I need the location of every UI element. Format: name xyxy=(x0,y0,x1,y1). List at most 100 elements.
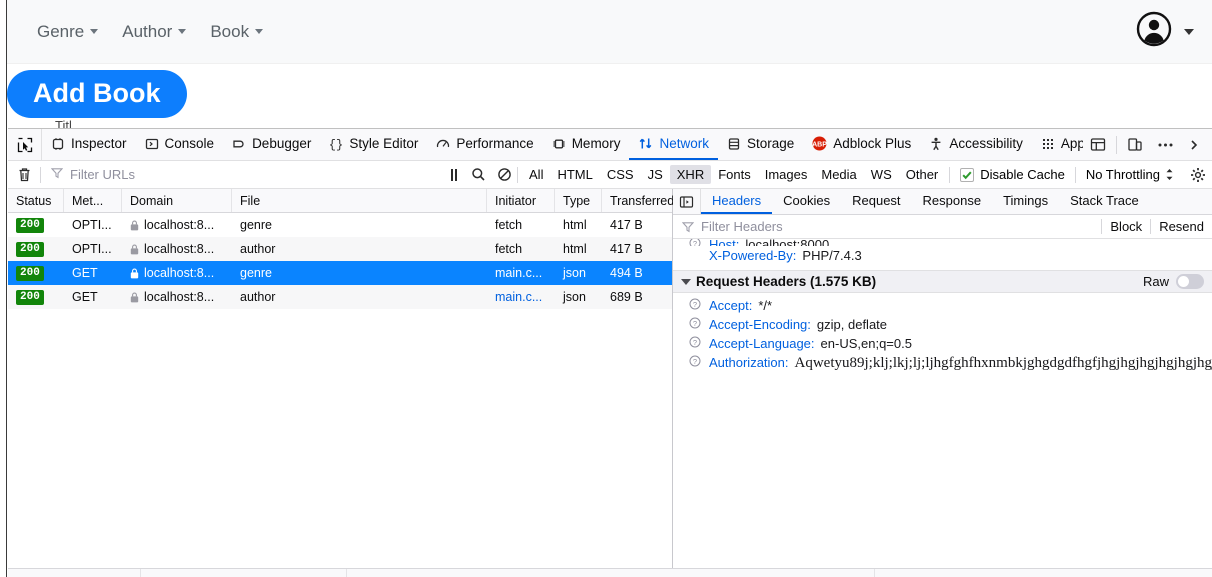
header-row-accept-language: ? Accept-Language: en-US,en;q=0.5 xyxy=(673,334,1212,353)
split-console-icon[interactable] xyxy=(1083,129,1113,161)
tab-style-editor[interactable]: {} Style Editor xyxy=(320,129,427,160)
panel-toggle-icon[interactable] xyxy=(673,189,701,214)
cell-transferred: 494 B xyxy=(610,266,643,280)
initiator-link[interactable]: main.c... xyxy=(495,290,542,304)
column-header-domain[interactable]: Domain xyxy=(122,189,232,212)
filter-type-other[interactable]: Other xyxy=(899,165,946,184)
headers-filter-bar: Filter Headers Block Resend xyxy=(673,215,1212,239)
cell-type: json xyxy=(563,266,586,280)
filter-type-js[interactable]: JS xyxy=(641,165,670,184)
initiator-link[interactable]: main.c... xyxy=(495,266,542,280)
filter-type-css[interactable]: CSS xyxy=(600,165,641,184)
tab-label: Storage xyxy=(746,136,795,151)
question-circle-icon[interactable]: ? xyxy=(687,239,703,246)
account-circle-icon[interactable] xyxy=(1136,11,1172,52)
filter-type-fonts[interactable]: Fonts xyxy=(711,165,758,184)
tab-headers[interactable]: Headers xyxy=(701,189,773,214)
column-header-initiator[interactable]: Initiator xyxy=(487,189,555,212)
filter-type-ws[interactable]: WS xyxy=(864,165,899,184)
column-header-method[interactable]: Met... xyxy=(64,189,122,212)
disable-cache-checkbox[interactable]: Disable Cache xyxy=(950,167,1075,182)
tab-inspector[interactable]: Inspector xyxy=(42,129,136,160)
search-icon[interactable] xyxy=(465,161,491,189)
cell-file: genre xyxy=(240,266,272,280)
tab-adblock-plus[interactable]: ABP Adblock Plus xyxy=(803,129,920,160)
table-row[interactable]: 200 OPTI... localhost:8... genre fetch h… xyxy=(8,213,672,237)
nav-item-genre[interactable]: Genre xyxy=(25,16,110,48)
filter-type-all[interactable]: All xyxy=(522,165,550,184)
toolbar-divider xyxy=(1116,135,1117,154)
gear-icon[interactable] xyxy=(1184,161,1212,189)
question-circle-icon[interactable]: ? xyxy=(687,336,703,348)
cell-type: html xyxy=(563,242,587,256)
nav-item-book[interactable]: Book xyxy=(198,16,275,48)
add-book-button[interactable]: Add Book xyxy=(7,70,187,119)
tab-performance[interactable]: Performance xyxy=(427,129,542,160)
request-headers-section[interactable]: Request Headers (1.575 KB) Raw xyxy=(673,270,1212,293)
filter-type-html[interactable]: HTML xyxy=(550,165,599,184)
cell-type: html xyxy=(563,218,587,232)
filter-type-xhr[interactable]: XHR xyxy=(669,165,712,184)
status-badge: 200 xyxy=(16,217,44,233)
tab-accessibility[interactable]: Accessibility xyxy=(920,129,1032,160)
devtools-toolbar-actions xyxy=(1083,129,1212,160)
network-details-panel: Headers Cookies Request Response Timings… xyxy=(673,189,1212,568)
question-circle-icon[interactable]: ? xyxy=(687,298,703,310)
table-row[interactable]: 200 GET localhost:8... genre main.c... j… xyxy=(8,261,672,285)
tab-timings[interactable]: Timings xyxy=(992,189,1059,214)
lock-icon xyxy=(130,268,139,279)
tab-request[interactable]: Request xyxy=(841,189,911,214)
column-header-status[interactable]: Status xyxy=(8,189,64,212)
filter-type-images[interactable]: Images xyxy=(758,165,815,184)
question-circle-icon[interactable]: ? xyxy=(687,317,703,329)
accessibility-icon xyxy=(929,137,943,151)
raw-label: Raw xyxy=(1142,274,1169,289)
question-circle-icon[interactable]: ? xyxy=(687,355,703,367)
chevron-down-icon xyxy=(90,29,99,34)
application-icon xyxy=(1041,137,1055,151)
browser-window: Genre Author Book Add Book Titl... Inspe… xyxy=(0,0,1212,577)
filter-headers-placeholder[interactable]: Filter Headers xyxy=(701,219,783,234)
close-devtools-icon[interactable] xyxy=(1180,129,1210,161)
tab-application[interactable]: Application xyxy=(1032,129,1083,160)
svg-text:?: ? xyxy=(693,357,697,366)
tab-label: Performance xyxy=(456,136,534,151)
chevron-down-icon[interactable] xyxy=(1184,28,1194,35)
header-value: en-US,en;q=0.5 xyxy=(820,336,912,351)
resend-button[interactable]: Resend xyxy=(1150,219,1212,234)
tab-debugger[interactable]: Debugger xyxy=(223,129,320,160)
svg-text:{}: {} xyxy=(329,138,343,151)
svg-text:?: ? xyxy=(693,319,697,328)
responsive-design-mode-icon[interactable] xyxy=(1120,129,1150,161)
chevron-down-icon xyxy=(178,29,187,34)
tab-network[interactable]: Network xyxy=(629,129,718,160)
no-entry-icon[interactable] xyxy=(491,161,517,189)
tab-storage[interactable]: Storage xyxy=(718,129,803,160)
table-row[interactable]: 200 GET localhost:8... author main.c... … xyxy=(8,285,672,309)
throttling-select[interactable]: No Throttling xyxy=(1076,167,1184,182)
raw-toggle[interactable] xyxy=(1176,274,1204,289)
column-header-type[interactable]: Type xyxy=(555,189,602,212)
filter-urls-input[interactable]: Filter URLs xyxy=(41,167,443,182)
cell-method: OPTI... xyxy=(72,242,112,256)
pause-icon[interactable] xyxy=(443,168,465,181)
tab-memory[interactable]: Memory xyxy=(543,129,630,160)
tab-console[interactable]: Console xyxy=(136,129,224,160)
navbar-menu: Genre Author Book xyxy=(25,16,275,48)
element-picker-icon[interactable] xyxy=(8,129,42,160)
column-header-file[interactable]: File xyxy=(232,189,487,212)
tab-response[interactable]: Response xyxy=(912,189,993,214)
cell-method: GET xyxy=(72,266,98,280)
header-row-host: ? Host: localhost:8000 xyxy=(673,239,1212,246)
table-row[interactable]: 200 OPTI... localhost:8... author fetch … xyxy=(8,237,672,261)
adblock-plus-icon: ABP xyxy=(812,136,827,151)
nav-item-author[interactable]: Author xyxy=(110,16,198,48)
trash-icon[interactable] xyxy=(8,161,40,189)
chevron-down-icon xyxy=(255,29,264,34)
tab-cookies[interactable]: Cookies xyxy=(772,189,841,214)
filter-urls-placeholder: Filter URLs xyxy=(70,167,136,182)
tab-stack-trace[interactable]: Stack Trace xyxy=(1059,189,1150,214)
filter-type-media[interactable]: Media xyxy=(814,165,863,184)
meatball-menu-icon[interactable] xyxy=(1150,129,1180,161)
block-button[interactable]: Block xyxy=(1101,219,1150,234)
